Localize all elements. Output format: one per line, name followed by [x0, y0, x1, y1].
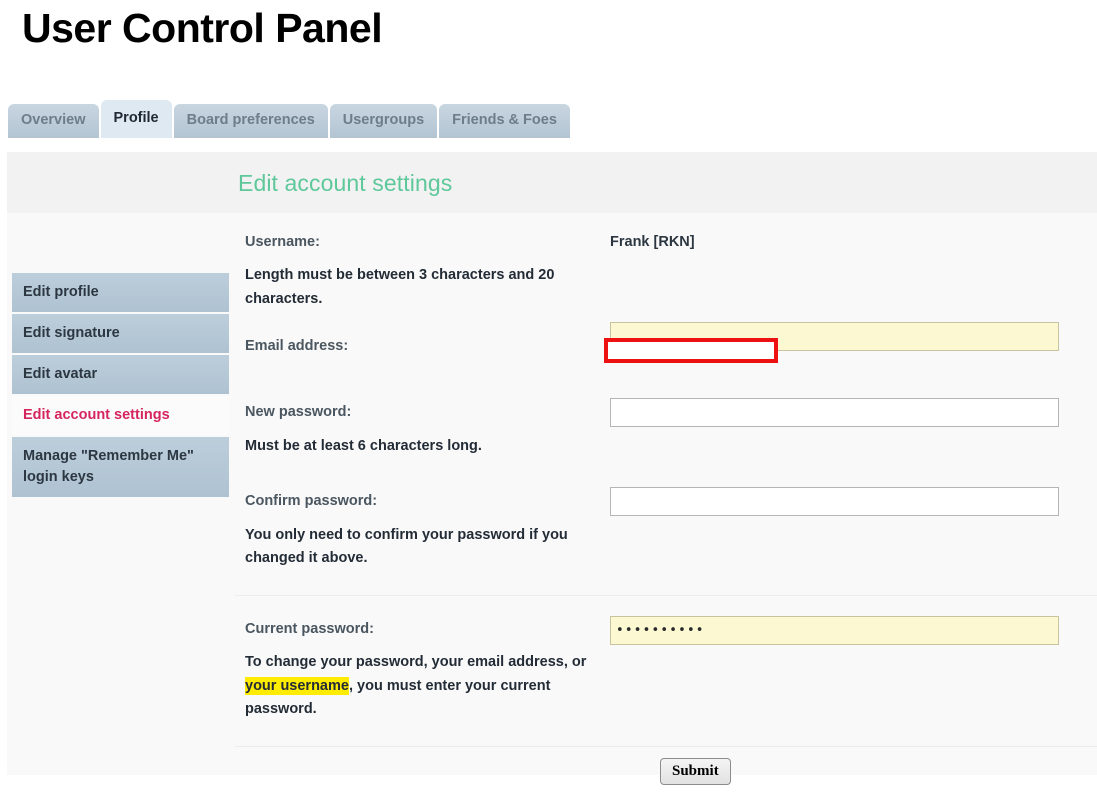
current-password-description-highlight: your username [245, 676, 349, 695]
account-settings-form: Username: Frank [RKN] Length must be bet… [235, 213, 1097, 785]
current-password-input[interactable] [610, 615, 1059, 645]
current-password-description-before: To change your password, your email addr… [245, 654, 587, 671]
sidebar-item-manage-remember-me[interactable]: Manage "Remember Me" login keys [12, 437, 229, 498]
row-email: Email address: [235, 322, 1097, 383]
sidebar-item-edit-account-settings[interactable]: Edit account settings [12, 396, 229, 436]
email-input[interactable] [610, 322, 1059, 352]
new-password-input-wrap [610, 398, 1059, 428]
tab-overview[interactable]: Overview [8, 104, 99, 138]
current-password-label: Current password: [245, 620, 374, 637]
sidebar-item-edit-profile[interactable]: Edit profile [12, 273, 229, 313]
sidebar-item-edit-avatar[interactable]: Edit avatar [12, 355, 229, 395]
row-current-password: Current password: To change your passwor… [235, 615, 1097, 736]
page-title: User Control Panel [22, 5, 383, 51]
tab-bar: Overview Profile Board preferences Userg… [8, 100, 570, 138]
profile-sidebar: Edit profile Edit signature Edit avatar … [12, 273, 229, 499]
row-confirm-password: Confirm password: You only need to confi… [235, 472, 1097, 584]
username-description: Length must be between 3 characters and … [245, 267, 555, 307]
fieldset-account: Username: Frank [RKN] Length must be bet… [235, 213, 1097, 595]
email-label: Email address: [245, 338, 349, 355]
row-new-password: New password: Must be at least 6 charact… [235, 383, 1097, 472]
row-username: Username: Frank [RKN] Length must be bet… [235, 231, 1097, 325]
new-password-input[interactable] [610, 398, 1059, 428]
user-control-panel: Edit account settings Edit profile Edit … [7, 152, 1097, 785]
tab-board-preferences[interactable]: Board preferences [173, 104, 328, 138]
username-value: Frank [RKN] [610, 234, 695, 250]
sidebar-item-edit-signature[interactable]: Edit signature [12, 314, 229, 354]
tab-friends-foes[interactable]: Friends & Foes [439, 104, 570, 138]
panel-heading: Edit account settings [238, 170, 453, 196]
new-password-label: New password: [245, 404, 352, 421]
tab-profile[interactable]: Profile [100, 100, 172, 138]
confirm-password-description: You only need to confirm your password i… [245, 526, 568, 567]
fieldset-current-password: Current password: To change your passwor… [235, 594, 1097, 746]
username-label: Username: [245, 234, 320, 250]
current-password-input-wrap [610, 615, 1059, 645]
email-input-wrap [610, 322, 1059, 352]
confirm-password-label: Confirm password: [245, 493, 378, 510]
submit-row: Submit [235, 745, 1097, 798]
confirm-password-input[interactable] [610, 487, 1059, 517]
panel-header: Edit account settings [7, 152, 1097, 213]
new-password-description: Must be at least 6 characters long. [245, 437, 482, 454]
tab-usergroups[interactable]: Usergroups [329, 104, 438, 138]
submit-button[interactable]: Submit [660, 757, 731, 785]
current-password-description: To change your password, your email addr… [235, 640, 597, 721]
confirm-password-input-wrap [610, 487, 1059, 517]
panel-body: Edit profile Edit signature Edit avatar … [7, 213, 1097, 785]
